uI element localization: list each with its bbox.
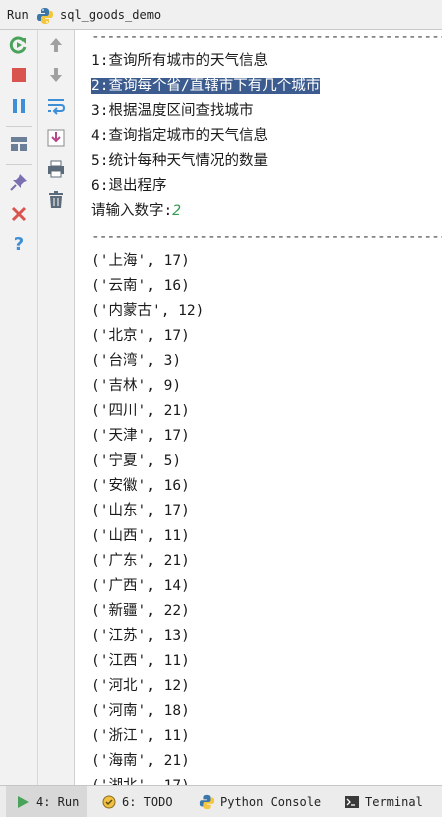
run-tool-window-header: Run sql_goods_demo [0, 0, 442, 30]
separator-line: ----------------------------------------… [91, 229, 442, 245]
result-row: ('内蒙古', 12) [91, 303, 205, 319]
run-toolbar-secondary [38, 30, 75, 785]
tab-python-console-label: Python Console [220, 794, 322, 809]
pin-icon[interactable] [8, 171, 30, 193]
result-row: ('浙江', 11) [91, 728, 190, 744]
run-toolbar-primary: ? [0, 30, 38, 785]
run-label: Run [7, 8, 29, 22]
python-icon [36, 7, 54, 25]
todo-icon [100, 793, 118, 811]
result-row: ('江苏', 13) [91, 628, 190, 644]
result-row: ('北京', 17) [91, 328, 190, 344]
layout-icon[interactable] [8, 133, 30, 155]
result-row: ('山西', 11) [91, 528, 190, 544]
tab-python-console[interactable]: Python Console [198, 786, 321, 817]
tab-terminal-label: Terminal [365, 794, 423, 809]
menu-option-selected: 2:查询每个省/直辖市下有几个城市 [91, 74, 321, 98]
result-row: ('湖北', 17) [91, 774, 190, 785]
tab-terminal[interactable]: Terminal [343, 786, 423, 817]
result-row: ('安徽', 16) [91, 478, 190, 494]
result-row: ('新疆', 22) [91, 603, 190, 619]
help-icon[interactable]: ? [8, 233, 30, 255]
menu-option: 4:查询指定城市的天气信息 [91, 128, 268, 144]
menu-option: 1:查询所有城市的天气信息 [91, 53, 268, 69]
tool-window-bar: 4: Run 6: TODO Python Console Terminal [0, 785, 442, 817]
python-icon [198, 793, 216, 811]
result-row: ('广东', 21) [91, 553, 190, 569]
separator-line: ----------------------------------------… [91, 30, 442, 45]
result-row: ('宁夏', 5) [91, 453, 182, 469]
input-prompt: 请输入数字:2 [91, 199, 181, 223]
menu-option: 6:退出程序 [91, 178, 167, 194]
result-row: ('四川', 21) [91, 403, 190, 419]
result-row: ('海南', 21) [91, 753, 190, 769]
stop-icon[interactable] [8, 64, 30, 86]
run-icon [14, 793, 32, 811]
selected-text: 2:查询每个省/直辖市下有几个城市 [91, 78, 321, 94]
up-arrow-icon[interactable] [45, 34, 67, 56]
close-icon[interactable] [8, 203, 30, 225]
rerun-icon[interactable] [8, 34, 30, 56]
result-row: ('河南', 18) [91, 703, 190, 719]
result-row: ('广西', 14) [91, 578, 190, 594]
pause-icon[interactable] [8, 95, 30, 117]
terminal-icon [343, 793, 361, 811]
console-output[interactable]: ----------------------------------------… [76, 30, 442, 785]
menu-option: 3:根据温度区间查找城市 [91, 103, 254, 119]
result-row: ('天津', 17) [91, 428, 190, 444]
trash-icon[interactable] [45, 189, 67, 211]
down-arrow-icon[interactable] [45, 64, 67, 86]
scroll-to-end-icon[interactable] [45, 127, 67, 149]
prompt-text: 请输入数字: [91, 203, 173, 219]
tab-run-label: 4: Run [36, 794, 80, 809]
tab-todo-label: 6: TODO [122, 794, 173, 809]
user-input: 2 [172, 203, 181, 219]
result-row: ('云南', 16) [91, 278, 190, 294]
tab-run[interactable]: 4: Run [6, 786, 88, 817]
menu-option: 5:统计每种天气情况的数量 [91, 153, 268, 169]
run-config-name[interactable]: sql_goods_demo [60, 8, 161, 22]
result-row: ('河北', 12) [91, 678, 190, 694]
result-row: ('江西', 11) [91, 653, 190, 669]
result-row: ('吉林', 9) [91, 378, 182, 394]
result-row: ('山东', 17) [91, 503, 190, 519]
result-row: ('上海', 17) [91, 253, 190, 269]
result-row: ('台湾', 3) [91, 353, 182, 369]
soft-wrap-icon[interactable] [45, 95, 67, 117]
print-icon[interactable] [45, 158, 67, 180]
tab-todo[interactable]: 6: TODO [100, 786, 173, 817]
